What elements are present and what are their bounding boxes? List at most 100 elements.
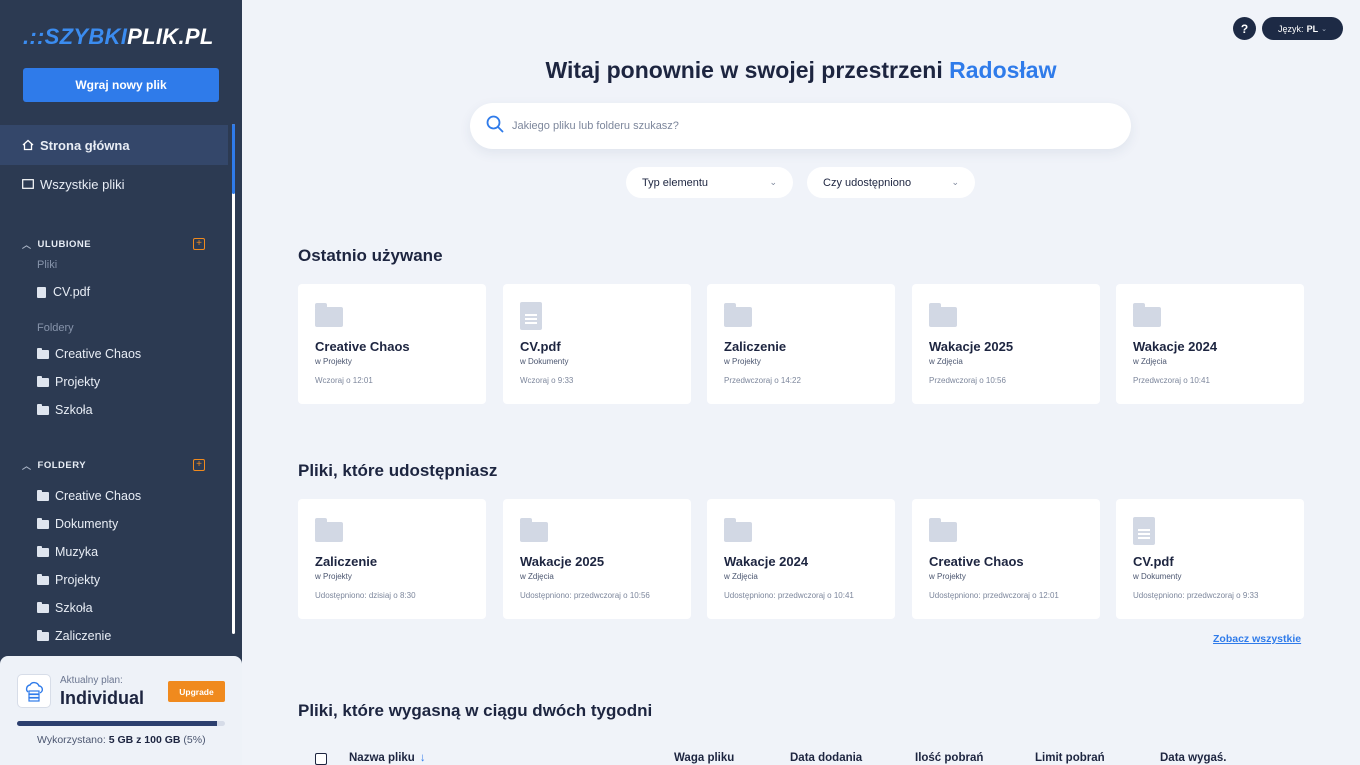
favorites-heading[interactable]: ︿ ULUBIONE [22,238,91,251]
page-title: Witaj ponownie w swojej przestrzeni Rado… [242,57,1360,84]
file-card[interactable]: Creative Chaos w Projekty Udostępniono: pr… [912,499,1100,619]
search-bar[interactable] [470,103,1131,149]
card-time: Udostępniono: przedwczoraj o 10:56 [520,591,650,600]
logo-suffix: PLIK.PL [127,24,214,49]
logo[interactable]: .::SZYBKIPLIK.PL [23,24,214,50]
storage-usage-bar [17,721,225,726]
column-header-download-limit[interactable]: Limit pobrań [1035,752,1105,764]
folder-icon [315,302,343,327]
folder-icon [1133,302,1161,327]
card-name: Wakacje 2025 [520,554,605,569]
cloud-storage-icon [17,674,51,708]
column-header-expiry[interactable]: Data wygaś. [1160,752,1226,764]
favorite-folder-label: Projekty [55,375,101,389]
card-location: w Zdjęcia [724,572,758,581]
folder-icon [37,573,49,585]
usage-value: 5 GB z 100 GB [108,734,181,746]
column-header-name[interactable]: Nazwa pliku ↓ [349,752,426,764]
sort-arrow-down-icon: ↓ [419,752,426,764]
card-location: w Projekty [929,572,966,581]
file-card[interactable]: Zaliczenie w Projekty Przedwczoraj o 14:22 [707,284,895,404]
folders-heading[interactable]: ︿ FOLDERY [22,459,86,472]
card-name: CV.pdf [1133,554,1174,569]
file-card[interactable]: Wakacje 2025 w Zdjęcia Udostępniono: przed… [503,499,691,619]
storage-usage-fill [17,721,217,726]
upload-new-file-button[interactable]: Wgraj nowy plik [23,68,219,102]
card-name: CV.pdf [520,339,561,354]
folder-icon [37,347,49,359]
favorite-folder-item[interactable]: Projekty [37,375,100,389]
language-select[interactable]: Język: PL ⌄ [1262,17,1343,40]
home-icon [22,139,34,151]
plan-small-label: Aktualny plan: [60,675,123,686]
expiring-section-title: Pliki, które wygasną w ciągu dwóch tygod… [298,701,653,720]
welcome-text: Witaj ponownie w swojej przestrzeni [545,57,943,83]
card-time: Udostępniono: przedwczoraj o 12:01 [929,591,1059,600]
chevron-down-icon: ⌄ [951,177,959,187]
search-icon [486,115,504,138]
chevron-up-icon: ︿ [22,240,32,250]
search-input[interactable] [512,120,1072,132]
see-all-link[interactable]: Zobacz wszystkie [1213,633,1301,645]
file-card[interactable]: Wakacje 2024 w Zdjęcia Udostępniono: przed… [707,499,895,619]
card-location: w Projekty [315,572,352,581]
card-location: w Zdjęcia [1133,357,1167,366]
sidebar-scrollbar-active [232,124,235,194]
folder-label: Muzyka [55,545,99,559]
folder-item[interactable]: Zaliczenie [37,629,111,643]
folder-item[interactable]: Creative Chaos [37,489,141,503]
usage-percent: (5%) [183,734,206,746]
filter-shared[interactable]: Czy udostępniono ⌄ [807,167,975,198]
upgrade-button[interactable]: Upgrade [168,681,225,702]
card-location: w Zdjęcia [929,357,963,366]
card-location: w Projekty [724,357,761,366]
file-card[interactable]: Wakacje 2024 w Zdjęcia Przedwczoraj o 10:4… [1116,284,1304,404]
filter-item-type[interactable]: Typ elementu ⌄ [626,167,793,198]
favorite-folder-item[interactable]: Creative Chaos [37,347,141,361]
add-folder-icon[interactable]: + [193,459,205,471]
folders-heading-label: FOLDERY [37,460,87,471]
column-header-date-added[interactable]: Data dodania [790,752,862,764]
favorite-file-item[interactable]: CV.pdf [37,285,90,299]
sidebar-item-home[interactable]: Strona główna [0,125,228,165]
card-time: Udostępniono: dzisiaj o 8:30 [315,591,416,600]
folder-icon [37,517,49,529]
select-all-checkbox[interactable] [315,753,327,765]
folder-icon [929,517,957,542]
language-label: Język: [1278,23,1304,34]
sidebar-item-all-files[interactable]: Wszystkie pliki [0,164,228,204]
folder-label: Creative Chaos [55,489,142,503]
card-time: Udostępniono: przedwczoraj o 9:33 [1133,591,1259,600]
file-card[interactable]: CV.pdf w Dokumenty Wczoraj o 9:33 [503,284,691,404]
plan-panel [0,656,242,765]
plan-name: Individual [60,688,145,708]
column-header-size[interactable]: Waga pliku [674,752,734,764]
storage-usage-text: Wykorzystano: 5 GB z 100 GB (5%) [37,734,206,746]
file-icon [37,286,46,298]
card-time: Wczoraj o 9:33 [520,376,574,385]
recent-section-title: Ostatnio używane [298,246,443,265]
column-header-downloads[interactable]: Ilość pobrań [915,752,983,764]
file-card[interactable]: Wakacje 2025 w Zdjęcia Przedwczoraj o 10:5… [912,284,1100,404]
favorites-folders-label: Foldery [37,322,74,334]
filter-label: Czy udostępniono [823,176,912,189]
help-button[interactable]: ? [1233,17,1256,40]
sidebar-scrollbar[interactable] [232,124,235,634]
file-card[interactable]: CV.pdf w Dokumenty Udostępniono: przedwczo… [1116,499,1304,619]
file-card[interactable]: Creative Chaos w Projekty Wczoraj o 12:01 [298,284,486,404]
folder-outline-icon [22,178,34,190]
favorite-folder-item[interactable]: Szkoła [37,403,93,417]
folder-item[interactable]: Projekty [37,573,100,587]
help-icon: ? [1240,21,1249,36]
sidebar-item-label: Wszystkie pliki [40,176,125,192]
card-location: w Dokumenty [520,357,569,366]
folder-item[interactable]: Dokumenty [37,517,118,531]
add-favorite-icon[interactable]: + [193,238,205,250]
folder-item[interactable]: Szkoła [37,601,93,615]
card-name: Zaliczenie [315,554,378,569]
folder-item[interactable]: Muzyka [37,545,98,559]
folder-label: Szkoła [55,601,93,615]
logo-prefix: SZYBKI [44,24,128,49]
file-card[interactable]: Zaliczenie w Projekty Udostępniono: dzisia… [298,499,486,619]
chevron-up-icon: ︿ [22,461,32,471]
